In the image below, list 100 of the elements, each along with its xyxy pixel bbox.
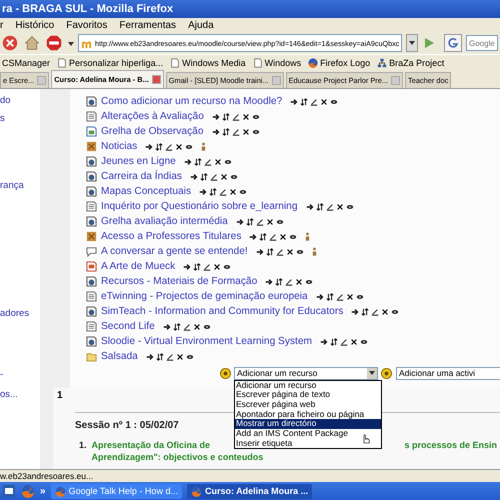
move-icon[interactable] (316, 202, 324, 210)
eye-icon[interactable] (330, 98, 338, 106)
move-icon[interactable] (222, 112, 230, 120)
delete-icon[interactable] (175, 142, 184, 150)
person-icon[interactable] (201, 142, 206, 151)
edit-icon[interactable] (210, 172, 218, 180)
person-icon[interactable] (305, 232, 310, 241)
resource-link[interactable]: Inquérito por Questionário sobre e_learning (101, 201, 298, 212)
edit-icon[interactable] (256, 218, 264, 226)
dropdown-option[interactable]: Escrever página web (235, 400, 381, 410)
move-right-icon[interactable] (184, 158, 192, 166)
menu-item[interactable]: Ajuda (188, 20, 214, 30)
more-button[interactable]: » (40, 486, 46, 496)
eye-icon[interactable] (276, 218, 284, 226)
bookmark-item[interactable]: Personalizar hiperliga... (57, 58, 164, 68)
delete-icon[interactable] (192, 322, 201, 330)
taskbar-window[interactable]: Google Talk Help - How d... (50, 484, 182, 498)
menu-item[interactable]: Favoritos (66, 20, 108, 30)
delete-icon[interactable] (229, 188, 238, 196)
bookmark-item[interactable]: Firefox Logo (308, 58, 370, 68)
eye-icon[interactable] (360, 338, 368, 346)
menu-item[interactable]: r (0, 20, 4, 30)
delete-icon[interactable] (220, 172, 228, 180)
move-right-icon[interactable] (316, 292, 324, 300)
resource-link[interactable]: Sloodie - Virtual Environment Learning System (101, 336, 312, 347)
home-icon[interactable] (24, 35, 40, 51)
sidebar-link[interactable]: s (0, 113, 5, 124)
resource-link[interactable]: eTwinning - Projectos de geminação europeia (101, 291, 308, 302)
eye-icon[interactable] (239, 188, 248, 196)
delete-icon[interactable] (214, 158, 222, 166)
dropdown-option[interactable]: Apontador para ficheiro ou página (235, 410, 381, 420)
move-right-icon[interactable] (183, 262, 192, 270)
menu-item[interactable]: Ferramentas (119, 20, 176, 30)
bookmark-item[interactable]: CSManager (2, 58, 50, 68)
eye-icon[interactable] (230, 172, 238, 180)
move-icon[interactable] (209, 188, 218, 196)
eye-icon[interactable] (296, 248, 304, 256)
edit-icon[interactable] (371, 308, 380, 316)
dropdown-option[interactable]: Adicionar um recurso (235, 380, 381, 390)
edit-icon[interactable] (269, 232, 278, 240)
resource-link[interactable]: Como adicionar um recurso na Moodle? (101, 96, 282, 107)
delete-icon[interactable] (336, 202, 344, 210)
edit-icon[interactable] (326, 202, 334, 210)
history-dropdown-button[interactable] (406, 34, 418, 52)
help-icon[interactable] (381, 368, 392, 378)
move-right-icon[interactable] (145, 142, 154, 150)
delete-icon[interactable] (295, 278, 304, 286)
delete-icon[interactable] (213, 262, 222, 270)
bookmark-item[interactable]: BraZa Project (377, 58, 444, 68)
menu-item[interactable]: Histórico (15, 20, 54, 30)
eye-icon[interactable] (186, 352, 194, 360)
resource-link[interactable]: Second Life (101, 321, 155, 332)
resource-link[interactable]: Recursos - Materiais de Formação (101, 276, 258, 287)
adblock-icon[interactable] (46, 35, 62, 51)
move-right-icon[interactable] (162, 322, 171, 330)
move-icon[interactable] (266, 248, 274, 256)
move-icon[interactable] (200, 172, 208, 180)
resource-link[interactable]: Jeunes en Ligne (101, 156, 176, 167)
edit-icon[interactable] (232, 112, 240, 120)
move-icon[interactable] (246, 218, 254, 226)
delete-icon[interactable] (242, 112, 250, 120)
move-icon[interactable] (172, 322, 181, 330)
move-icon[interactable] (330, 338, 338, 346)
move-right-icon[interactable] (190, 172, 198, 180)
move-icon[interactable] (155, 142, 164, 150)
stop-icon[interactable] (2, 35, 18, 51)
sidebar-link[interactable]: rança (0, 180, 24, 191)
eye-icon[interactable] (185, 142, 194, 150)
move-icon[interactable] (193, 262, 202, 270)
move-right-icon[interactable] (265, 278, 274, 286)
resource-link[interactable]: Salsada (101, 351, 138, 362)
resource-link[interactable]: Alterações à Avaliação (101, 111, 204, 122)
move-right-icon[interactable] (199, 188, 208, 196)
sidebar-link[interactable]: do (0, 95, 11, 106)
eye-icon[interactable] (356, 292, 364, 300)
edit-icon[interactable] (165, 142, 174, 150)
resource-link[interactable]: A Arte de Mueck (101, 261, 176, 272)
move-icon[interactable] (300, 98, 308, 106)
eye-icon[interactable] (252, 112, 260, 120)
resource-link[interactable]: Mapas Conceptuais (101, 186, 192, 197)
dropdown-option[interactable]: Mostrar um directório (235, 419, 381, 430)
word-icon[interactable] (2, 484, 16, 498)
resource-link[interactable]: SimTeach - Information and Community for Educators (101, 306, 344, 317)
move-right-icon[interactable] (320, 338, 328, 346)
sidebar-link[interactable]: - (0, 369, 4, 380)
move-icon[interactable] (194, 158, 202, 166)
move-right-icon[interactable] (256, 248, 264, 256)
move-right-icon[interactable] (249, 232, 258, 240)
edit-icon[interactable] (182, 322, 191, 330)
edit-icon[interactable] (204, 158, 212, 166)
eye-icon[interactable] (346, 202, 354, 210)
move-icon[interactable] (222, 128, 230, 136)
delete-icon[interactable] (242, 128, 250, 136)
sidebar-link[interactable]: adores (0, 308, 30, 319)
delete-icon[interactable] (286, 248, 294, 256)
edit-icon[interactable] (203, 262, 212, 270)
eye-icon[interactable] (305, 278, 314, 286)
delete-icon[interactable] (279, 232, 288, 240)
dropdown-option[interactable]: Inserir etiqueta (235, 438, 381, 448)
google-icon[interactable] (444, 34, 462, 52)
